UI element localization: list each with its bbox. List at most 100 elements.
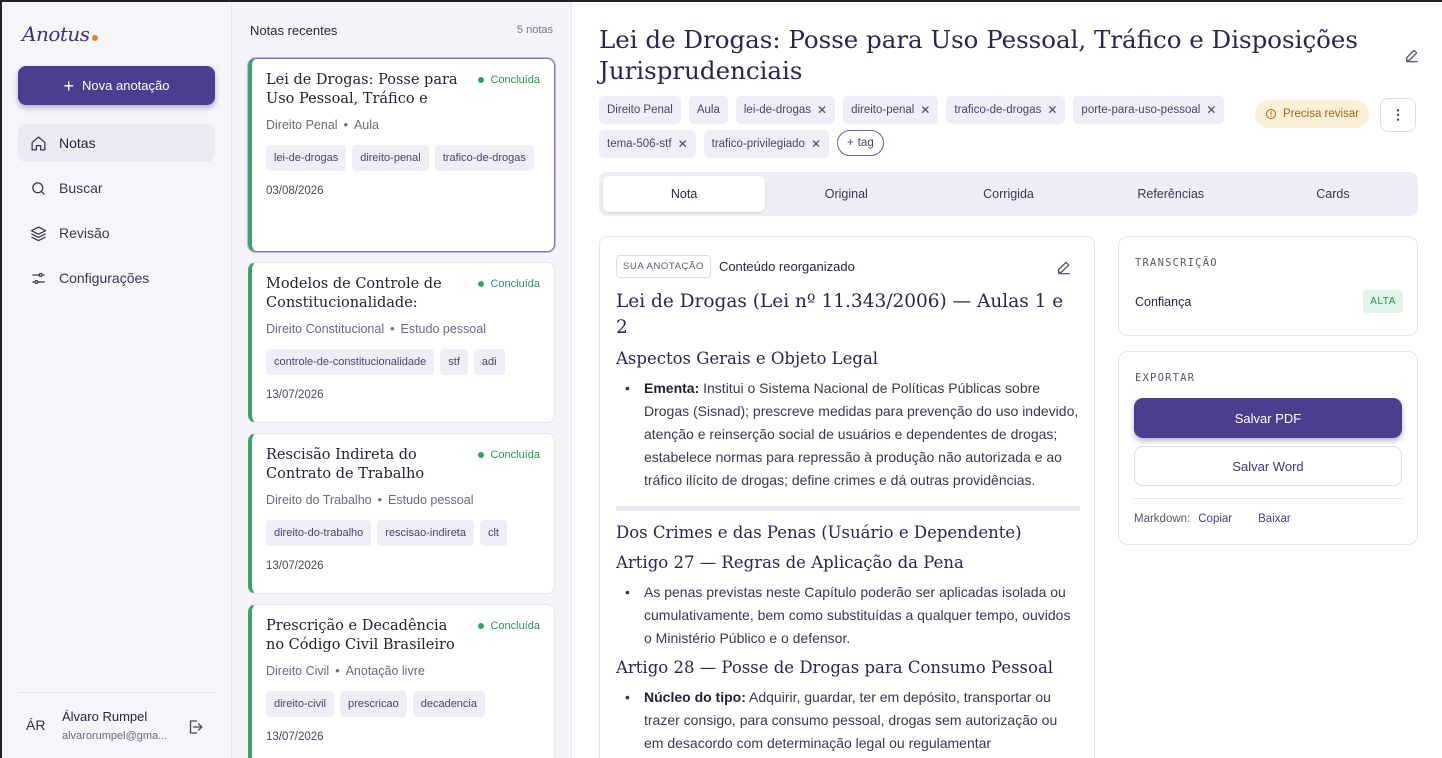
pencil-icon[interactable] (1404, 47, 1420, 63)
note-content-header: SUA ANOTAÇÃO Conteúdo reorganizado (616, 255, 855, 278)
note-card-tags: direito-civil prescricao decadencia (266, 691, 540, 717)
add-tag-button[interactable]: + tag (837, 130, 884, 156)
tab-cards[interactable]: Cards (1252, 176, 1414, 212)
status-dot (478, 281, 485, 287)
status-dot (478, 452, 485, 458)
page-title: Lei de Drogas: Posse para Uso Pessoal, T… (599, 25, 1358, 85)
remove-tag-icon[interactable]: ✕ (811, 137, 821, 151)
note-heading-2: Dos Crimes e das Penas (Usuário e Depend… (616, 523, 1022, 542)
remove-tag-icon[interactable]: ✕ (678, 137, 688, 151)
user-email: alvarorumpel@gma... (62, 730, 168, 742)
sidebar-item-label: Buscar (59, 180, 103, 196)
transcription-label: TRANSCRIÇÃO (1135, 257, 1218, 269)
note-heading-2: Aspectos Gerais e Objeto Legal (616, 349, 879, 368)
note-heading-3: Artigo 28 — Posse de Drogas para Consumo… (616, 658, 1054, 677)
status-dot (478, 623, 485, 629)
note-area: Direito do Trabalho (266, 493, 372, 507)
status-label: Concluída (490, 449, 540, 461)
notes-count: 5 notas (516, 24, 553, 36)
note-card[interactable]: Modelos de Controle de Constitucionalida… (248, 262, 555, 423)
sidebar-item-configuracoes[interactable]: Configurações (18, 259, 215, 297)
note-card-title: Lei de Drogas: Posse para Uso Pessoal, T… (266, 72, 458, 107)
area-tag[interactable]: Direito Penal (599, 96, 681, 124)
meta-separator: • (390, 322, 395, 336)
logout-icon[interactable] (186, 718, 204, 736)
tag-label: lei-de-drogas (743, 104, 811, 116)
tag-label: tema-506-stf (607, 138, 672, 150)
new-note-button[interactable]: + Nova anotação (18, 66, 215, 105)
note-tabs: Nota Original Corrigida Referências Card… (599, 172, 1418, 216)
app-logo[interactable]: Anotus (22, 22, 98, 46)
tag-label: direito-penal (851, 104, 915, 116)
tag-label: Direito Penal (607, 104, 673, 116)
tag-chip[interactable]: decadencia (412, 691, 485, 717)
note-area: Direito Penal (266, 118, 338, 132)
save-word-button[interactable]: Salvar Word (1134, 446, 1402, 486)
tag-chip: lei-de-drogas ✕ (735, 96, 836, 124)
sidebar: Anotus + Nova anotação Notas Buscar Revi… (2, 2, 232, 758)
list-item: Núcleo do tipo: Adquirir, guardar, ter e… (616, 686, 1080, 755)
type-tag[interactable]: Aula (688, 96, 728, 124)
tag-chip[interactable]: lei-de-drogas (266, 145, 347, 171)
remove-tag-icon[interactable]: ✕ (920, 103, 930, 117)
needs-review-label: Precisa revisar (1283, 108, 1360, 120)
remove-tag-icon[interactable]: ✕ (1047, 103, 1057, 117)
note-card-tags: controle-de-constitucionalidade stf adi (266, 349, 540, 375)
tag-chip: trafico-privilegiado ✕ (703, 130, 830, 158)
tab-nota[interactable]: Nota (603, 176, 766, 212)
add-tag-label: tag (857, 137, 874, 149)
export-label: EXPORTAR (1135, 372, 1196, 384)
avatar[interactable]: ÁR (26, 717, 45, 733)
tag-chip[interactable]: adi (473, 349, 505, 375)
tab-corrigida[interactable]: Corrigida (927, 176, 1089, 212)
sidebar-item-revisao[interactable]: Revisão (18, 214, 215, 252)
list-item: Ementa: Institui o Sistema Nacional de P… (616, 377, 1080, 492)
note-detail: Lei de Drogas: Posse para Uso Pessoal, T… (572, 2, 1442, 758)
bullet-label: Núcleo do tipo: (644, 689, 746, 705)
more-options-button[interactable] (1380, 98, 1416, 132)
note-type: Estudo pessoal (388, 493, 474, 507)
pencil-icon[interactable] (1056, 259, 1072, 275)
note-card[interactable]: Rescisão Indireta do Contrato de Trabalh… (248, 433, 555, 594)
new-note-label: Nova anotação (82, 78, 170, 93)
tag-chip[interactable]: prescricao (339, 691, 407, 717)
note-card-date: 13/07/2026 (266, 389, 324, 401)
note-type: Aula (353, 118, 379, 132)
tag-chip[interactable]: trafico-de-drogas (434, 145, 534, 171)
plus-icon: + (63, 75, 75, 96)
sidebar-item-notas[interactable]: Notas (18, 124, 215, 162)
tab-referencias[interactable]: Referências (1090, 176, 1252, 212)
note-card[interactable]: Prescrição e Decadência no Código Civil … (248, 604, 555, 758)
meta-separator: • (335, 664, 340, 678)
tag-chip[interactable]: direito-do-trabalho (266, 520, 372, 546)
note-card-tags: lei-de-drogas direito-penal trafico-de-d… (266, 145, 540, 171)
bullet-text: Institui o Sistema Nacional de Políticas… (644, 380, 1079, 488)
note-card-title: Modelos de Controle de Constitucionalida… (266, 276, 442, 311)
note-card[interactable]: Lei de Drogas: Posse para Uso Pessoal, T… (248, 58, 555, 252)
copy-markdown-link[interactable]: Copiar (1198, 513, 1232, 525)
remove-tag-icon[interactable]: ✕ (1206, 103, 1216, 117)
save-pdf-button[interactable]: Salvar PDF (1134, 398, 1402, 438)
tab-original[interactable]: Original (765, 176, 927, 212)
notes-list: Notas recentes 5 notas Lei de Drogas: Po… (232, 2, 572, 758)
note-card-meta: Direito Constitucional • Estudo pessoal (266, 322, 540, 336)
confidence-badge: ALTA (1363, 290, 1403, 313)
status-badge: Concluída (478, 449, 540, 461)
tag-chip[interactable]: controle-de-constitucionalidade (266, 349, 435, 375)
download-markdown-link[interactable]: Baixar (1258, 513, 1291, 525)
remove-tag-icon[interactable]: ✕ (817, 103, 827, 117)
notes-list-title: Notas recentes (250, 23, 338, 38)
tag-chip[interactable]: direito-civil (266, 691, 334, 717)
list-item: As penas previstas neste Capítulo poderã… (616, 581, 1080, 650)
tag-chip[interactable]: direito-penal (352, 145, 429, 171)
note-card-title: Rescisão Indireta do Contrato de Trabalh… (266, 447, 425, 482)
tag-chip[interactable]: stf (440, 349, 468, 375)
tag-label: Aula (696, 104, 720, 116)
sidebar-item-buscar[interactable]: Buscar (18, 169, 215, 207)
note-area: Direito Civil (266, 664, 330, 678)
needs-review-badge[interactable]: Precisa revisar (1255, 100, 1370, 128)
tag-chip[interactable]: rescisao-indireta (377, 520, 474, 546)
status-label: Concluída (490, 74, 540, 86)
export-card: EXPORTAR Salvar PDF Salvar Word Markdown… (1118, 351, 1418, 545)
tag-chip[interactable]: clt (479, 520, 507, 546)
